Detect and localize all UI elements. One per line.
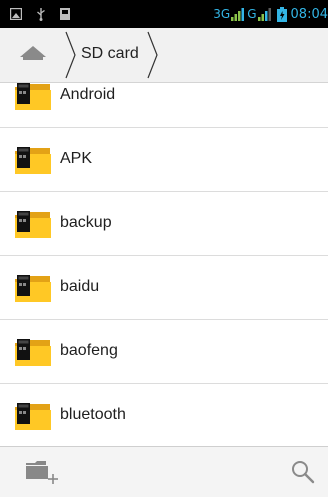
status-bar: 3G G 08:04 xyxy=(0,0,328,28)
new-folder-button[interactable] xyxy=(24,457,60,487)
new-folder-icon xyxy=(26,461,58,484)
folder-name: baofeng xyxy=(60,342,118,359)
list-item[interactable]: bluetooth xyxy=(0,384,328,446)
folder-list[interactable]: Android APK backup baidu baofeng bluetoo… xyxy=(0,83,328,446)
folder-name: Android xyxy=(60,86,116,103)
path-bar: SD card xyxy=(0,28,328,83)
sd-card-notification-icon xyxy=(60,8,70,20)
signal-icon xyxy=(231,8,245,21)
folder-name: bluetooth xyxy=(60,406,126,423)
picture-notification-icon xyxy=(10,8,22,20)
battery-icon xyxy=(276,6,287,22)
usb-icon xyxy=(37,8,45,21)
list-item[interactable]: baidu xyxy=(0,256,328,320)
sd-folder-icon xyxy=(15,275,51,302)
bottom-action-bar xyxy=(0,446,328,497)
list-item[interactable]: backup xyxy=(0,192,328,256)
folder-name: APK xyxy=(60,150,93,167)
search-button[interactable] xyxy=(290,459,316,485)
notification-icons xyxy=(10,5,70,23)
folder-name: baidu xyxy=(60,278,100,295)
status-indicators: 3G G 08:04 xyxy=(213,0,328,28)
home-icon xyxy=(20,46,46,60)
sd-folder-icon xyxy=(15,83,51,110)
clock: 08:04 xyxy=(290,6,328,22)
list-item[interactable]: APK xyxy=(0,128,328,192)
breadcrumb-sd-card[interactable]: SD card xyxy=(65,28,160,82)
list-item[interactable]: Android xyxy=(0,83,328,128)
signal-icon-2 xyxy=(257,8,271,21)
sd-folder-icon xyxy=(15,339,51,366)
network-type: 3G xyxy=(213,7,231,21)
sd-folder-icon xyxy=(15,147,51,174)
breadcrumb-label: SD card xyxy=(81,45,139,62)
list-item[interactable]: baofeng xyxy=(0,320,328,384)
folder-name: backup xyxy=(60,214,112,231)
home-button[interactable] xyxy=(8,38,58,72)
search-icon xyxy=(292,461,315,484)
sd-folder-icon xyxy=(15,403,51,430)
sd-folder-icon xyxy=(15,211,51,238)
secondary-network-type: G xyxy=(247,7,257,21)
